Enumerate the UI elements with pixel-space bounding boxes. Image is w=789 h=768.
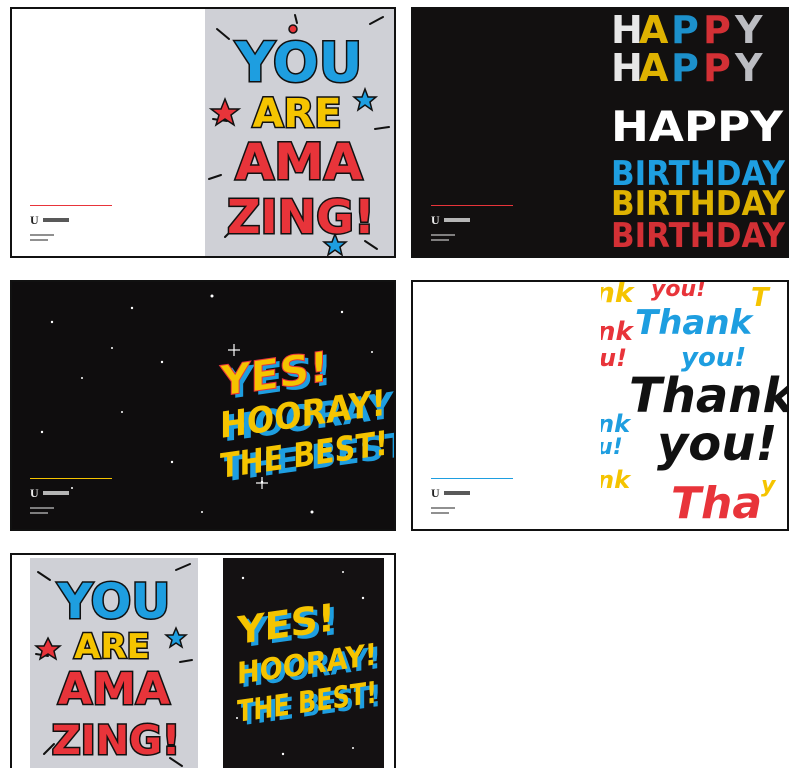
university-logo-icon: U [431,486,440,500]
line-are: ARE [252,91,341,137]
divider [431,478,513,479]
logo-block: U [30,205,112,241]
amazing-lettering-portrait: YOU ARE AMA ZING! [33,563,193,767]
portrait-amazing: YOU ARE AMA ZING! [30,558,198,768]
svg-text:P: P [671,46,699,90]
line-you: YOU [57,574,171,630]
svg-text:nk: nk [601,317,635,347]
line-zing: ZING! [52,718,180,764]
portrait-hooray: YES! YES! HOORAY! HOORAY! THE BEST! THE … [223,558,384,768]
svg-text:nk: nk [601,282,636,309]
card-happy-birthday[interactable]: U H A P P Y H A P P Y HAPPY BIRTHDAY BIR… [411,7,789,258]
birthday-lettering: H A P P Y H A P P Y HAPPY BIRTHDAY BIRTH… [611,9,785,256]
svg-text:u!: u! [601,344,627,372]
card-artwork: YOU ARE AMA ZING! [205,9,394,256]
university-logo-icon: U [30,486,39,500]
amazing-lettering: YOU ARE AMA ZING! [208,14,390,256]
line-ama: AMA [58,664,170,715]
university-logo-icon: U [431,213,440,227]
line-happy: HAPPY [611,102,784,151]
svg-text:nk: nk [601,466,632,494]
svg-text:P: P [703,46,731,90]
line-ama: AMA [235,133,362,191]
divider [431,205,513,206]
thank-you-lettering: nk you! T nk Thank u! you! Thank nk u! y… [601,282,787,529]
divider [30,205,112,206]
divider [30,478,112,479]
line-you: YOU [235,31,363,94]
logo-block: U [431,205,513,241]
svg-text:Tha: Tha [671,478,762,529]
hooray-lettering-portrait: YES! YES! HOORAY! HOORAY! THE BEST! THE … [236,571,381,756]
svg-text:nk: nk [601,410,632,438]
card-pair[interactable]: YOU ARE AMA ZING! YES! YES! HOORAY! HOOR… [10,553,396,768]
svg-text:T: T [751,283,771,313]
card-thank-you[interactable]: U nk you! T nk Thank u! you! Thank nk u!… [411,280,789,531]
svg-text:Thank: Thank [635,303,755,343]
svg-text:Y: Y [734,46,763,90]
svg-text:BIRTHDAY: BIRTHDAY [611,216,785,256]
svg-text:you!: you! [651,282,706,302]
logo-block: U [431,478,513,514]
university-logo-icon: U [30,213,39,227]
svg-text:y: y [761,473,777,498]
line-zing: ZING! [227,190,375,244]
line-are: ARE [74,627,150,667]
card-you-are-amazing[interactable]: U YOU ARE AMA ZING! [10,7,396,258]
logo-block: U [30,478,112,514]
card-yes-hooray[interactable]: YES! YES! HOORAY! HOORAY! THE BEST! THE … [10,280,396,531]
line-you-thanks: you! [657,416,777,472]
svg-text:u!: u! [601,435,623,460]
svg-text:A: A [639,46,669,90]
